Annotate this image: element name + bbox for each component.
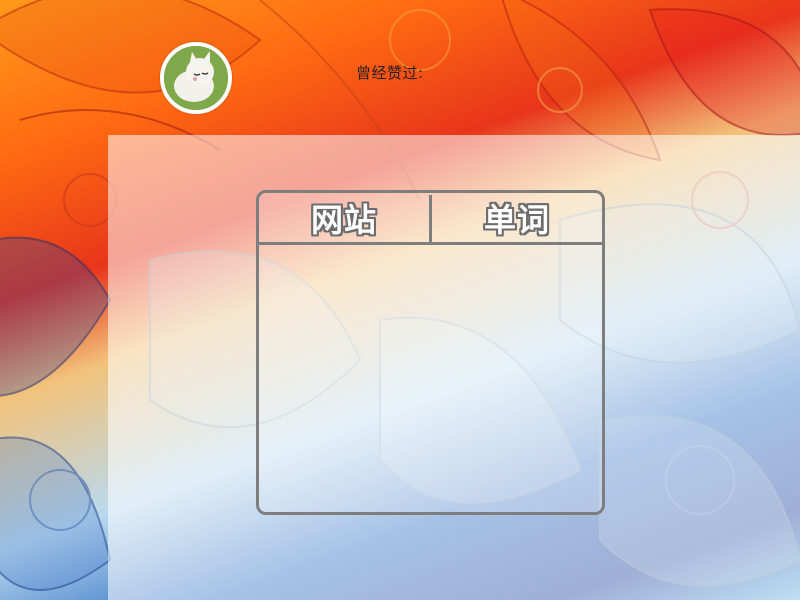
liked-label: 曾经赞过: [356,64,424,82]
tab-websites[interactable]: 网站 [259,193,429,242]
user-avatar[interactable] [160,42,232,114]
tab-panel: 网站 单词 [256,190,605,515]
tab-words[interactable]: 单词 [432,193,602,242]
tab-content-area [259,245,602,512]
tab-header: 网站 单词 [259,193,602,245]
white-cat-avatar-icon [164,46,228,110]
